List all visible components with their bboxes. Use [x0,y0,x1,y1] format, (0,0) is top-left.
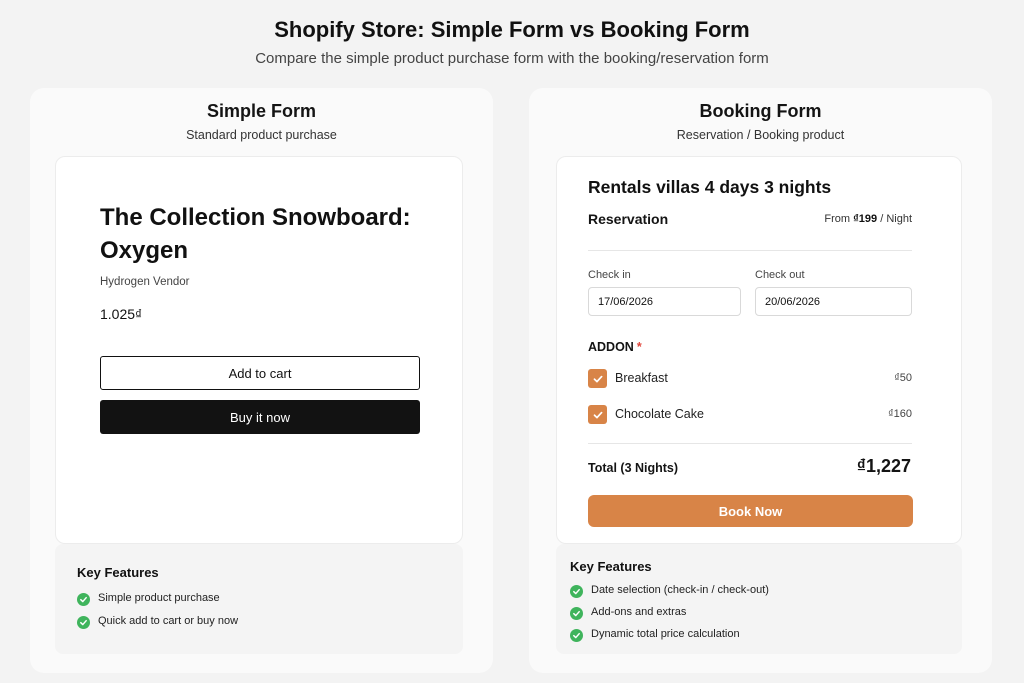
check-circle-icon [570,585,583,598]
addon-name: Breakfast [615,371,668,385]
booking-product-title: Rentals villas 4 days 3 nights [588,177,832,197]
booking-key-features: Key Features Date selection (check-in / … [556,544,962,654]
divider [588,443,912,444]
check-circle-icon [77,616,90,629]
features-title: Key Features [570,559,652,574]
addon-checkbox[interactable] [588,405,607,424]
addon-price: ₫50 [894,372,912,384]
simple-form-subtitle: Standard product purchase [186,128,337,142]
simple-form-panel: Simple Form Standard product purchase Th… [30,88,493,673]
check-circle-icon [570,629,583,642]
buy-it-now-button[interactable]: Buy it now [100,400,420,434]
addon-chocolate-cake[interactable]: Chocolate Cake ₫160 [588,405,912,425]
simple-form-title: Simple Form [206,101,317,121]
check-out-input[interactable] [755,287,912,316]
addon-label: ADDON * [588,340,642,354]
addon-checkbox[interactable] [588,369,607,388]
check-out-label: Check out [755,269,805,281]
page-subtitle: Compare the simple product purchase form… [255,50,769,67]
from-price: From ₫199 / Night [824,213,912,225]
from-price-value: ₫199 [853,213,878,225]
check-in-label: Check in [588,269,631,281]
simple-product-card: The Collection Snowboard: Oxygen Hydroge… [55,156,463,544]
feature-text: Date selection (check-in / check-out) [591,584,769,596]
check-circle-icon [77,593,90,606]
reservation-label: Reservation [588,211,669,227]
product-price: 1.025₫ [100,306,143,322]
check-in-input[interactable] [588,287,741,316]
booking-form-panel: Booking Form Reservation / Booking produ… [529,88,992,673]
total-label: Total (3 Nights) [588,461,679,475]
checkmark-icon [593,375,602,382]
features-title: Key Features [77,565,159,580]
simple-key-features: Key Features Simple product purchase Qui… [55,544,463,654]
product-vendor: Hydrogen Vendor [100,276,190,288]
divider [588,250,912,251]
addon-name: Chocolate Cake [615,407,704,421]
per-night-text: / Night [880,213,912,225]
book-now-button[interactable]: Book Now [588,495,913,527]
total-value: ₫1,227 [856,456,911,476]
required-mark: * [636,340,642,354]
addon-breakfast[interactable]: Breakfast ₫50 [588,369,912,389]
booking-product-card: Rentals villas 4 days 3 nights Reservati… [556,156,962,544]
page-title: Shopify Store: Simple Form vs Booking Fo… [274,17,750,42]
booking-form-subtitle: Reservation / Booking product [676,128,845,142]
feature-text: Add-ons and extras [591,606,687,618]
feature-text: Dynamic total price calculation [591,628,740,640]
from-text: From [824,213,851,225]
feature-text: Simple product purchase [98,592,220,604]
add-to-cart-button[interactable]: Add to cart [100,356,420,390]
addon-price: ₫160 [888,408,912,420]
addon-label-text: ADDON [588,340,634,354]
check-circle-icon [570,607,583,620]
feature-text: Quick add to cart or buy now [98,615,239,627]
product-title: The Collection Snowboard: Oxygen [100,204,411,264]
booking-form-title: Booking Form [699,101,822,121]
checkmark-icon [593,411,602,418]
